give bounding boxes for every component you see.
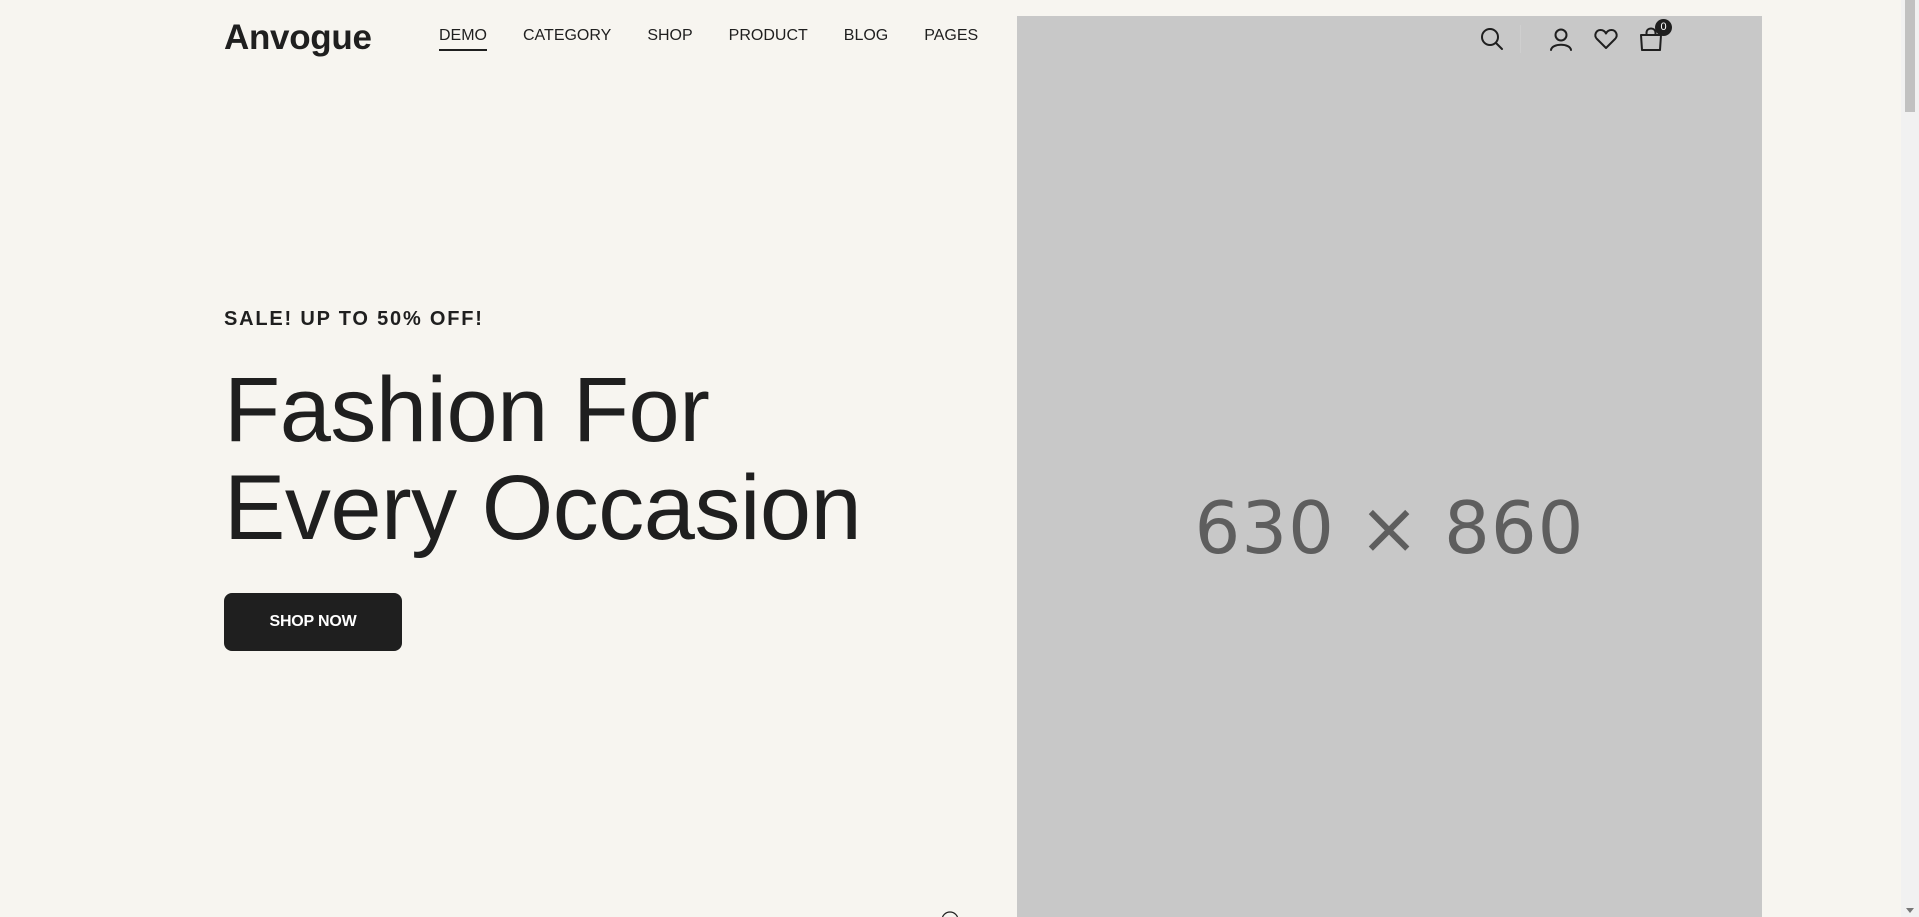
site-logo[interactable]: Anvogue <box>224 18 372 58</box>
scroll-down-arrow-icon[interactable] <box>1906 908 1914 913</box>
header-divider <box>1520 25 1521 53</box>
nav-item-blog[interactable]: BLOG <box>844 27 888 51</box>
hero-image-size-label: 630 × 860 <box>1194 486 1585 570</box>
scrollbar-thumb[interactable] <box>1905 0 1915 112</box>
nav-item-shop[interactable]: SHOP <box>647 27 692 51</box>
header-actions: 0 <box>1478 19 1672 55</box>
hero-headline-line-2: Every Occasion <box>224 457 862 559</box>
nav-item-category[interactable]: CATEGORY <box>523 27 611 51</box>
cart-count-badge: 0 <box>1655 19 1672 36</box>
shop-now-button[interactable]: SHOP NOW <box>224 593 402 651</box>
nav-item-product[interactable]: PRODUCT <box>729 27 808 51</box>
page-scrollbar[interactable] <box>1901 0 1919 917</box>
nav-item-pages[interactable]: PAGES <box>924 27 978 51</box>
cart-icon[interactable]: 0 <box>1637 19 1672 53</box>
heart-icon[interactable] <box>1592 25 1620 53</box>
search-icon[interactable] <box>1478 25 1506 53</box>
hero-text: SALE! UP TO 50% OFF! Fashion For Every O… <box>224 308 862 559</box>
main-nav: DEMO CATEGORY SHOP PRODUCT BLOG PAGES <box>439 27 1014 51</box>
user-icon[interactable] <box>1547 25 1575 53</box>
hero-headline: Fashion For Every Occasion <box>224 359 862 559</box>
nav-item-demo[interactable]: DEMO <box>439 27 487 51</box>
hero-image-placeholder: 630 × 860 <box>1017 16 1762 917</box>
slider-dot-icon[interactable] <box>940 910 960 917</box>
hero-eyebrow: SALE! UP TO 50% OFF! <box>224 308 484 330</box>
hero-headline-line-1: Fashion For <box>224 359 710 461</box>
page: 630 × 860 Anvogue DEMO CATEGORY SHOP PRO… <box>0 0 1901 917</box>
